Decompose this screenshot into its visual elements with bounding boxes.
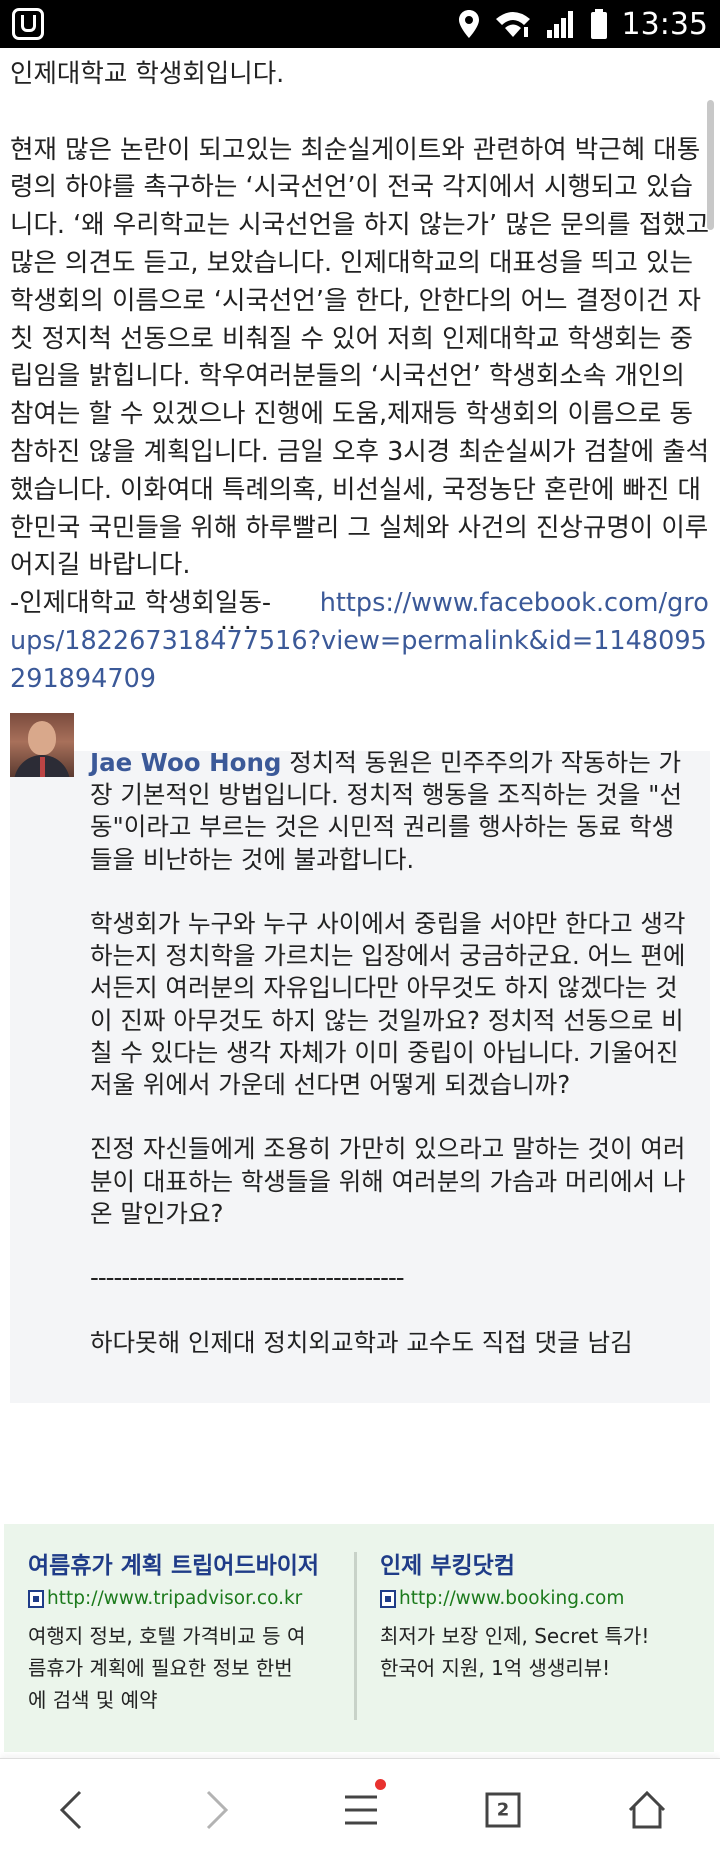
home-icon: [628, 1790, 666, 1829]
comment-note: 하다못해 인제대 정치외교학과 교수도 직접 댓글 남김: [90, 1327, 633, 1357]
home-button[interactable]: [622, 1785, 672, 1835]
ad-booking[interactable]: 인제 부킹닷컴 http://www.booking.com 최저가 보장 인제…: [380, 1524, 700, 1752]
ad-link[interactable]: http://www.tripadvisor.co.kr: [28, 1588, 302, 1609]
post-signature-block: -인제대학교 학생회일동- https://www.facebook.com/g…: [10, 585, 710, 698]
comment-paragraph-3: 진정 자신들에게 조용히 가만히 있으라고 말하는 것이 여러분이 대표하는 학…: [90, 1134, 686, 1228]
post-content: 인제대학교 학생회입니다. 현재 많은 논란이 되고있는 최순실게이트와 관련하…: [10, 56, 710, 699]
ad-tripadvisor[interactable]: 여름휴가 계획 트립어드바이저 http://www.tripadvisor.c…: [28, 1524, 348, 1752]
link-icon: [380, 1589, 396, 1608]
link-ellipsis: .. .: [220, 606, 252, 635]
status-bar: 13:35: [0, 0, 720, 48]
comment: Jae Woo Hong 정치적 동원은 민주주의가 작동하는 가장 기본적인 …: [10, 713, 710, 1403]
location-icon: [458, 10, 479, 38]
uplus-app-icon: [12, 8, 44, 40]
menu-icon: [345, 1795, 377, 1825]
ad-panel: 여름휴가 계획 트립어드바이저 http://www.tripadvisor.c…: [4, 1524, 714, 1752]
signal-icon: [546, 11, 573, 38]
back-button[interactable]: [46, 1785, 96, 1835]
ad-link[interactable]: http://www.booking.com: [380, 1588, 624, 1609]
forward-button[interactable]: [192, 1785, 242, 1835]
chevron-right-icon: [206, 1790, 229, 1830]
tabs-button[interactable]: 2: [478, 1785, 528, 1835]
comment-text: Jae Woo Hong 정치적 동원은 민주주의가 작동하는 가장 기본적인 …: [90, 747, 690, 1391]
avatar[interactable]: [10, 713, 74, 777]
link-icon: [28, 1589, 44, 1608]
menu-button[interactable]: [336, 1779, 386, 1835]
post-greeting: 인제대학교 학생회입니다.: [10, 59, 285, 89]
comment-paragraph-2: 학생회가 누구와 누구 사이에서 중립을 서야만 한다고 생각하는지 정치학을 …: [90, 909, 686, 1100]
post-body: 현재 많은 논란이 되고있는 최순실게이트와 관련하여 박근혜 대통령의 하야를…: [10, 134, 710, 581]
ad-title[interactable]: 여름휴가 계획 트립어드바이저: [28, 1546, 319, 1580]
comment-divider: ----------------------------------------: [90, 1263, 405, 1293]
browser-toolbar: 2: [0, 1758, 720, 1858]
comment-author[interactable]: Jae Woo Hong: [90, 748, 281, 777]
notification-dot: [375, 1779, 386, 1790]
tab-count: 2: [496, 1799, 510, 1821]
chevron-left-icon: [59, 1790, 82, 1830]
ad-description: 최저가 보장 인제, Secret 특가! 한국어 지원, 1억 생생리뷰!: [380, 1624, 650, 1680]
ad-divider: [354, 1552, 357, 1720]
clock: 13:35: [621, 6, 708, 42]
wifi-icon: [495, 12, 530, 37]
battery-icon: [590, 9, 607, 39]
ad-description: 여행지 정보, 호텔 가격비교 등 여 름휴가 계획에 필요한 정보 한번 에 …: [28, 1624, 306, 1712]
ad-title[interactable]: 인제 부킹닷컴: [380, 1546, 515, 1580]
status-icons: 13:35: [458, 0, 708, 48]
